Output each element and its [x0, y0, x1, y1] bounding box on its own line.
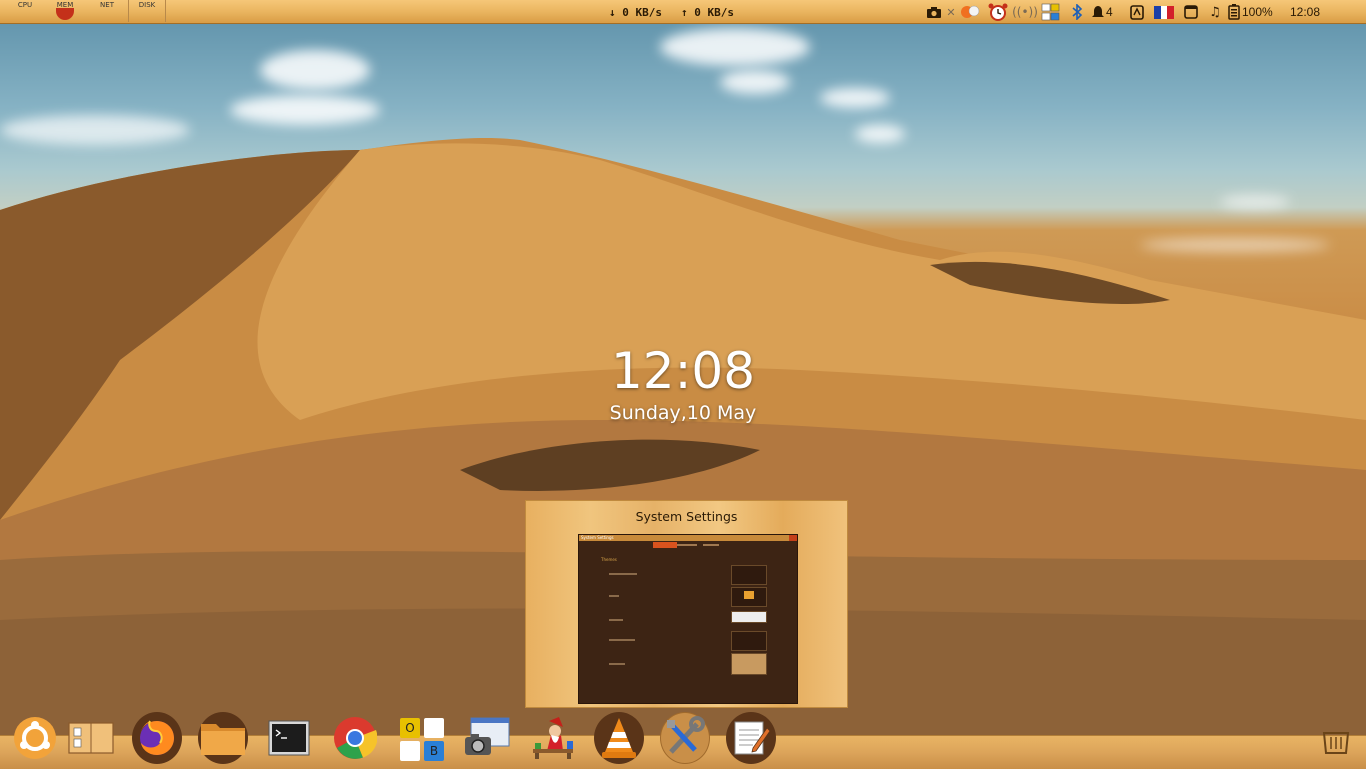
- keyboard-layout-icon[interactable]: [1038, 3, 1064, 21]
- thumbnail-control: [731, 565, 767, 585]
- office-letter-o: O: [400, 718, 420, 738]
- thumbnail-section-title: Themes: [601, 557, 617, 562]
- thumbnail-row: [609, 619, 623, 621]
- window-thumbnail[interactable]: System Settings Themes: [578, 534, 798, 704]
- office-letter-b: B: [424, 741, 444, 761]
- camera-icon[interactable]: [924, 3, 944, 21]
- office-icon[interactable]: O B: [396, 712, 446, 764]
- games-icon[interactable]: [528, 712, 578, 764]
- cpu-monitor[interactable]: CPU: [10, 0, 40, 22]
- keyboard-language-flag-icon[interactable]: [1150, 3, 1178, 21]
- thumbnail-control: [731, 631, 767, 651]
- trash-icon[interactable]: [1314, 720, 1358, 764]
- net-download-speed: ↓ 0 KB/s: [609, 6, 662, 19]
- office-tile: [424, 718, 444, 738]
- thumbnail-control: [731, 587, 767, 607]
- system-tray: ✕ ((•)) 4 ♫ 100% 12:08: [924, 3, 1320, 21]
- clock-date: Sunday,10 May: [609, 402, 757, 424]
- net-upload-speed: ↑ 0 KB/s: [681, 6, 734, 19]
- thumbnail-window-title: System Settings: [581, 535, 614, 540]
- mem-monitor[interactable]: MEM: [50, 0, 80, 22]
- battery-percentage: 100%: [1242, 5, 1273, 19]
- thumbnail-row: [609, 595, 619, 597]
- preview-title: System Settings: [635, 509, 738, 524]
- thumbnail-row: [609, 663, 625, 665]
- mem-usage-graph: [56, 8, 74, 20]
- disk-monitor[interactable]: DISK: [128, 0, 166, 22]
- terminal-icon[interactable]: [264, 712, 314, 764]
- vlc-icon[interactable]: [594, 712, 644, 764]
- thumbnail-control: [731, 611, 767, 623]
- text-editor-icon[interactable]: [726, 712, 776, 764]
- thumbnail-tabs: [579, 541, 797, 549]
- thumbnail-row: [609, 573, 637, 575]
- thumbnail-tab: [677, 544, 697, 546]
- bluetooth-icon[interactable]: [1064, 3, 1090, 21]
- music-icon[interactable]: ♫: [1204, 3, 1226, 21]
- notification-bell-icon[interactable]: [1090, 3, 1106, 21]
- thumbnail-tab: [703, 544, 719, 546]
- alarm-clock-icon[interactable]: [984, 3, 1012, 21]
- workspace-switcher-icon[interactable]: [66, 712, 116, 764]
- window-list-icon[interactable]: [1178, 3, 1204, 21]
- chrome-icon[interactable]: [330, 712, 380, 764]
- screenshot-icon[interactable]: [462, 712, 512, 764]
- firefox-icon[interactable]: [132, 712, 182, 764]
- ubuntu-icon[interactable]: [10, 712, 60, 764]
- weather-icon[interactable]: [958, 3, 984, 21]
- battery-icon[interactable]: [1226, 3, 1242, 21]
- cpu-label: CPU: [17, 1, 33, 9]
- net-label: NET: [100, 1, 114, 9]
- top-panel: CPU MEM NET DISK ↓ 0 KB/s ↑ 0 KB/s ✕ ((•…: [0, 0, 1366, 24]
- office-tile: [400, 741, 420, 761]
- panel-clock[interactable]: 12:08: [1280, 5, 1320, 19]
- window-preview-popup[interactable]: System Settings System Settings Themes: [525, 500, 848, 708]
- thumbnail-tab-active: [653, 542, 677, 548]
- thumbnail-control: [731, 653, 767, 675]
- notification-count: 4: [1106, 5, 1113, 19]
- wireless-icon[interactable]: ((•)): [1012, 3, 1038, 21]
- clipboard-app-icon[interactable]: [1124, 3, 1150, 21]
- system-settings-icon[interactable]: [660, 712, 710, 764]
- files-icon[interactable]: [198, 712, 248, 764]
- net-monitor[interactable]: NET: [92, 0, 122, 22]
- close-icon[interactable]: ✕: [944, 3, 958, 21]
- disk-label: DISK: [138, 1, 156, 9]
- thumbnail-row: [609, 639, 635, 641]
- clock-time: 12:08: [610, 342, 756, 400]
